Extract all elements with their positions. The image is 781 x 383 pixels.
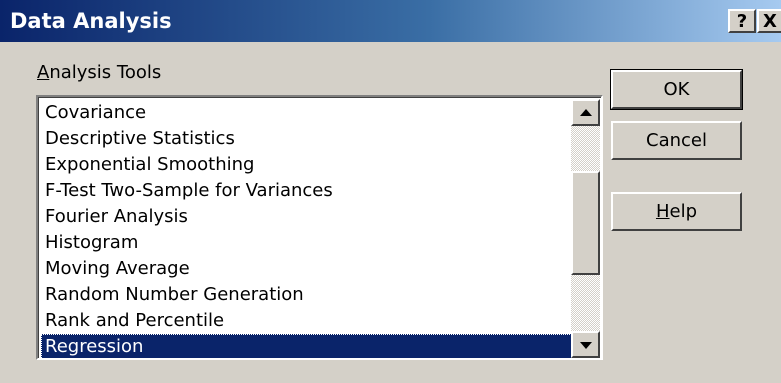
help-accesskey: H xyxy=(655,201,670,222)
analysis-tools-listbox[interactable]: Covariance Descriptive Statistics Expone… xyxy=(36,95,603,360)
ok-button[interactable]: OK xyxy=(610,69,743,110)
cancel-button[interactable]: Cancel xyxy=(611,121,742,160)
list-item[interactable]: Exponential Smoothing xyxy=(41,152,582,178)
data-analysis-dialog: Data Analysis ? X Analysis Tools Covaria… xyxy=(0,0,781,383)
list-item[interactable]: Descriptive Statistics xyxy=(41,126,582,152)
list-item[interactable]: Moving Average xyxy=(41,256,582,282)
arrow-up-icon xyxy=(580,109,592,116)
arrow-down-icon xyxy=(580,342,592,349)
list-item[interactable]: F-Test Two-Sample for Variances xyxy=(41,178,582,204)
list-item[interactable]: Rank and Percentile xyxy=(41,308,582,334)
list-item[interactable]: Random Number Generation xyxy=(41,282,582,308)
analysis-tools-label-rest: nalysis Tools xyxy=(49,62,162,83)
close-icon[interactable]: X xyxy=(757,9,781,33)
scroll-down-button[interactable] xyxy=(571,331,600,358)
analysis-tools-label: Analysis Tools xyxy=(37,62,161,84)
dialog-title: Data Analysis xyxy=(10,9,172,33)
scroll-thumb[interactable] xyxy=(571,171,600,275)
title-bar[interactable]: Data Analysis ? X xyxy=(0,0,781,42)
vertical-scrollbar[interactable] xyxy=(571,99,600,358)
scroll-up-button[interactable] xyxy=(571,99,600,126)
help-icon[interactable]: ? xyxy=(728,9,756,33)
analysis-tools-list: Covariance Descriptive Statistics Expone… xyxy=(41,100,582,358)
list-item-selected[interactable]: Regression xyxy=(41,334,582,358)
list-item[interactable]: Fourier Analysis xyxy=(41,204,582,230)
help-button[interactable]: Help xyxy=(611,192,742,231)
analysis-tools-accesskey: A xyxy=(37,62,50,83)
list-item[interactable]: Histogram xyxy=(41,230,582,256)
help-label-rest: elp xyxy=(669,201,698,222)
list-item[interactable]: Covariance xyxy=(41,100,582,126)
